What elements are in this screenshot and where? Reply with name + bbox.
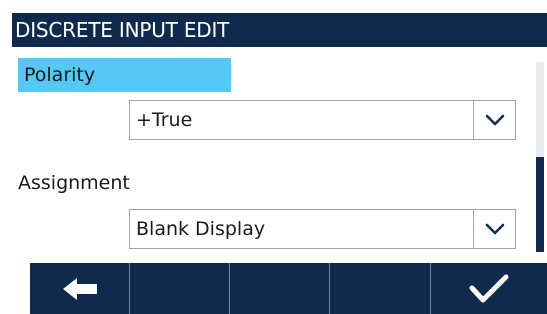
scrollbar-thumb[interactable]	[536, 157, 544, 252]
polarity-value: +True	[136, 109, 193, 131]
chevron-down-icon[interactable]	[473, 210, 515, 248]
softkey-4[interactable]	[330, 263, 431, 314]
back-arrow-icon	[62, 277, 97, 300]
assignment-label: Assignment	[18, 172, 130, 194]
polarity-dropdown[interactable]: +True	[129, 100, 516, 140]
page-title: DISCRETE INPUT EDIT	[12, 13, 547, 47]
scrollbar[interactable]	[536, 62, 544, 252]
chevron-down-icon[interactable]	[473, 101, 515, 139]
form-area: Polarity +True Assignment Blank Display	[12, 47, 547, 263]
ok-softkey[interactable]	[431, 263, 547, 314]
softkey-2[interactable]	[130, 263, 230, 314]
polarity-label[interactable]: Polarity	[18, 58, 231, 92]
assignment-value: Blank Display	[136, 218, 266, 240]
assignment-dropdown[interactable]: Blank Display	[129, 209, 516, 249]
softkey-3[interactable]	[230, 263, 330, 314]
screen: DISCRETE INPUT EDIT Polarity +True Assig…	[0, 0, 547, 314]
checkmark-icon	[469, 274, 509, 302]
back-softkey[interactable]	[30, 263, 130, 314]
softkey-bar	[30, 263, 547, 314]
